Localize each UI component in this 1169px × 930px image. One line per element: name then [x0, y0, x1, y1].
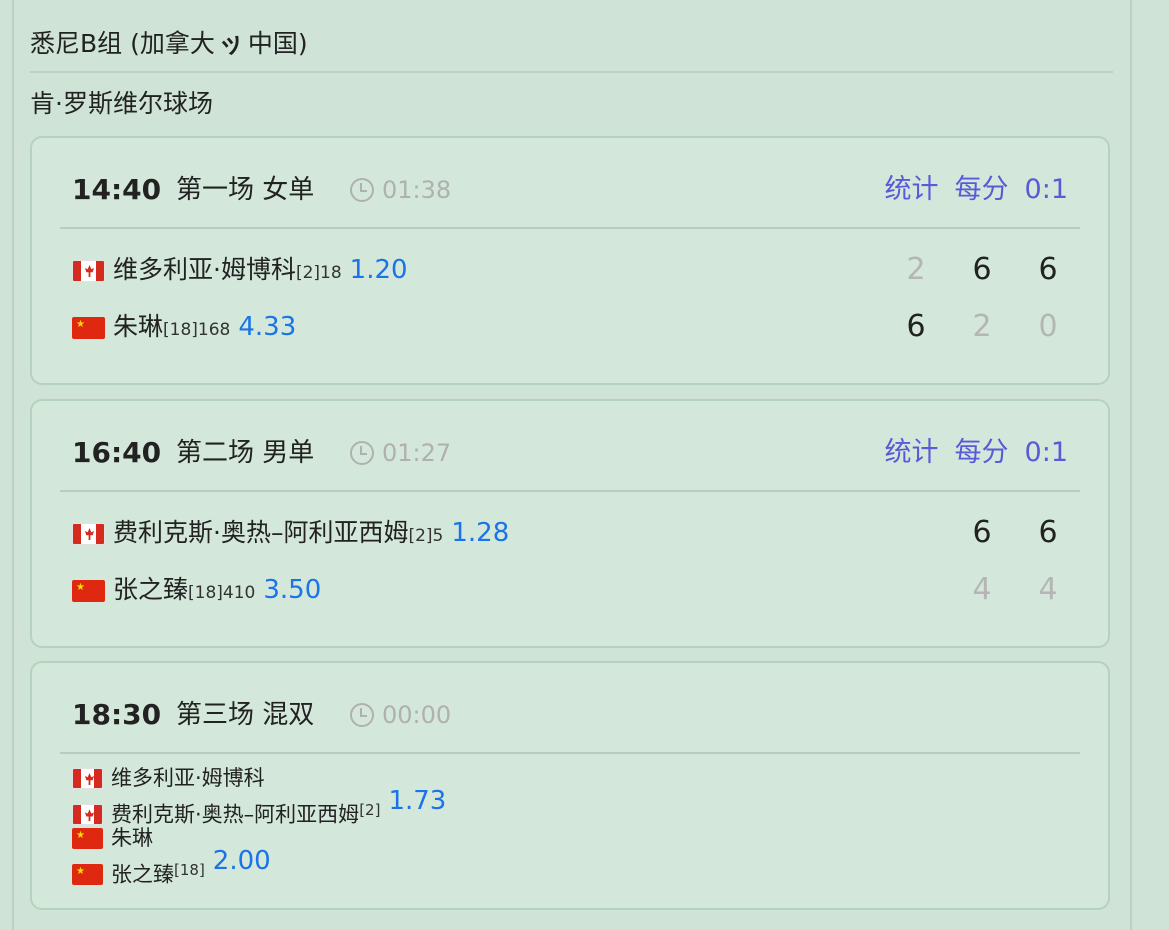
player-row[interactable]: ★ 张之臻[18]410 3.50 [72, 570, 321, 610]
player-row[interactable]: 费利克斯·奥热–阿利亚西姆[2]5 1.28 [72, 513, 509, 553]
team-row[interactable]: 维多利亚·姆博科 费利克斯·奥热–阿利亚西姆[2] 1.73 [72, 763, 446, 831]
divider [30, 71, 1113, 73]
player-odds[interactable]: 1.28 [451, 518, 509, 548]
set-score: 6 [972, 515, 992, 550]
set-score: 4 [972, 572, 992, 607]
china-flag-icon: ★ [72, 864, 103, 886]
points-link[interactable]: 每分 [955, 437, 1009, 468]
duration-value: 01:27 [382, 439, 452, 467]
match-duration: 01:38 [350, 168, 451, 212]
group-title: 悉尼B组 (加拿大ッ中国) [30, 24, 308, 64]
match-header: 14:40 第一场 女单 01:38 统计 每分 0:1 [72, 168, 1068, 212]
match-time: 18:30 [72, 698, 162, 731]
match-header: 16:40 第二场 男单 01:27 统计 每分 0:1 [72, 431, 1068, 475]
player-name: 张之臻 [111, 862, 174, 887]
canada-flag-icon [72, 260, 105, 282]
set-score: 2 [906, 252, 926, 287]
venue-title: 肯·罗斯维尔球场 [30, 89, 213, 118]
match-name: 第二场 男单 [176, 438, 315, 468]
divider [60, 752, 1080, 754]
group-title-left: 悉尼B组 (加拿大 [30, 29, 215, 58]
player-name: 费利克斯·奥热–阿利亚西姆 [113, 518, 409, 547]
canada-flag-icon [72, 768, 103, 789]
clock-icon [350, 703, 374, 727]
clock-icon [350, 441, 374, 465]
divider [60, 227, 1080, 229]
duration-value: 00:00 [382, 701, 452, 729]
team-row[interactable]: ★ 朱琳 ★ 张之臻[18] 2.00 [72, 823, 271, 891]
china-flag-icon: ★ [72, 828, 103, 849]
match-card-2[interactable]: 16:40 第二场 男单 01:27 统计 每分 0:1 费利克斯·奥热–阿利亚西姆… [30, 399, 1110, 648]
player-odds[interactable]: 1.20 [350, 255, 408, 285]
match-header: 18:30 第三场 混双 00:00 [72, 693, 1068, 737]
player-seed: [2]18 [295, 263, 342, 283]
set-score: 6 [1038, 515, 1058, 550]
match-links: 统计 每分 0:1 [869, 431, 1068, 475]
set-score: 6 [906, 309, 926, 344]
player-name: 朱琳 [113, 312, 164, 341]
group-title-right: 中国) [247, 29, 308, 58]
player-seed: [18]410 [188, 583, 256, 603]
match-card-1[interactable]: 14:40 第一场 女单 01:38 统计 每分 0:1 维多利亚·姆博科[2]18… [30, 136, 1110, 385]
match-name: 第三场 混双 [176, 700, 315, 730]
match-duration: 00:00 [350, 693, 451, 737]
team-player: ★ 张之臻[18] 2.00 [72, 846, 271, 891]
points-link[interactable]: 每分 [955, 174, 1009, 205]
player-row[interactable]: ★ 朱琳[18]168 4.33 [72, 307, 296, 347]
match-card-3[interactable]: 18:30 第三场 混双 00:00 维多利亚·姆博科 费利克斯·奥热–阿利亚西… [30, 661, 1110, 910]
match-time: 16:40 [72, 436, 162, 469]
team-odds[interactable]: 1.73 [388, 786, 446, 816]
player-name: 维多利亚·姆博科 [113, 255, 296, 284]
player-row[interactable]: 维多利亚·姆博科[2]18 1.20 [72, 250, 408, 290]
player-name: 张之臻 [113, 575, 189, 604]
team-seed: [18] [174, 861, 205, 879]
player-name: 维多利亚·姆博科 [111, 766, 265, 790]
score-link[interactable]: 0:1 [1025, 437, 1068, 468]
china-flag-icon: ★ [72, 317, 105, 339]
stats-link[interactable]: 统计 [885, 174, 939, 205]
set-score: 6 [972, 252, 992, 287]
player-name: 朱琳 [111, 826, 153, 850]
score-link[interactable]: 0:1 [1025, 174, 1068, 205]
team-seed: [2] [359, 801, 381, 819]
set-score: 4 [1038, 572, 1058, 607]
clock-icon [350, 178, 374, 202]
match-links: 统计 每分 0:1 [869, 168, 1068, 212]
player-seed: [2]5 [408, 526, 444, 546]
duration-value: 01:38 [382, 176, 452, 204]
set-score: 2 [972, 309, 992, 344]
versus-icon: ッ [214, 25, 248, 62]
set-score: 6 [1038, 252, 1058, 287]
stats-link[interactable]: 统计 [885, 437, 939, 468]
china-flag-icon: ★ [72, 580, 105, 602]
player-odds[interactable]: 3.50 [263, 575, 321, 605]
match-time: 14:40 [72, 173, 162, 206]
divider [60, 490, 1080, 492]
player-odds[interactable]: 4.33 [238, 312, 296, 342]
player-seed: [18]168 [163, 320, 231, 340]
match-name: 第一场 女单 [176, 175, 315, 205]
canada-flag-icon [72, 523, 105, 545]
match-duration: 01:27 [350, 431, 451, 475]
team-odds[interactable]: 2.00 [213, 846, 271, 876]
set-score: 0 [1038, 309, 1058, 344]
